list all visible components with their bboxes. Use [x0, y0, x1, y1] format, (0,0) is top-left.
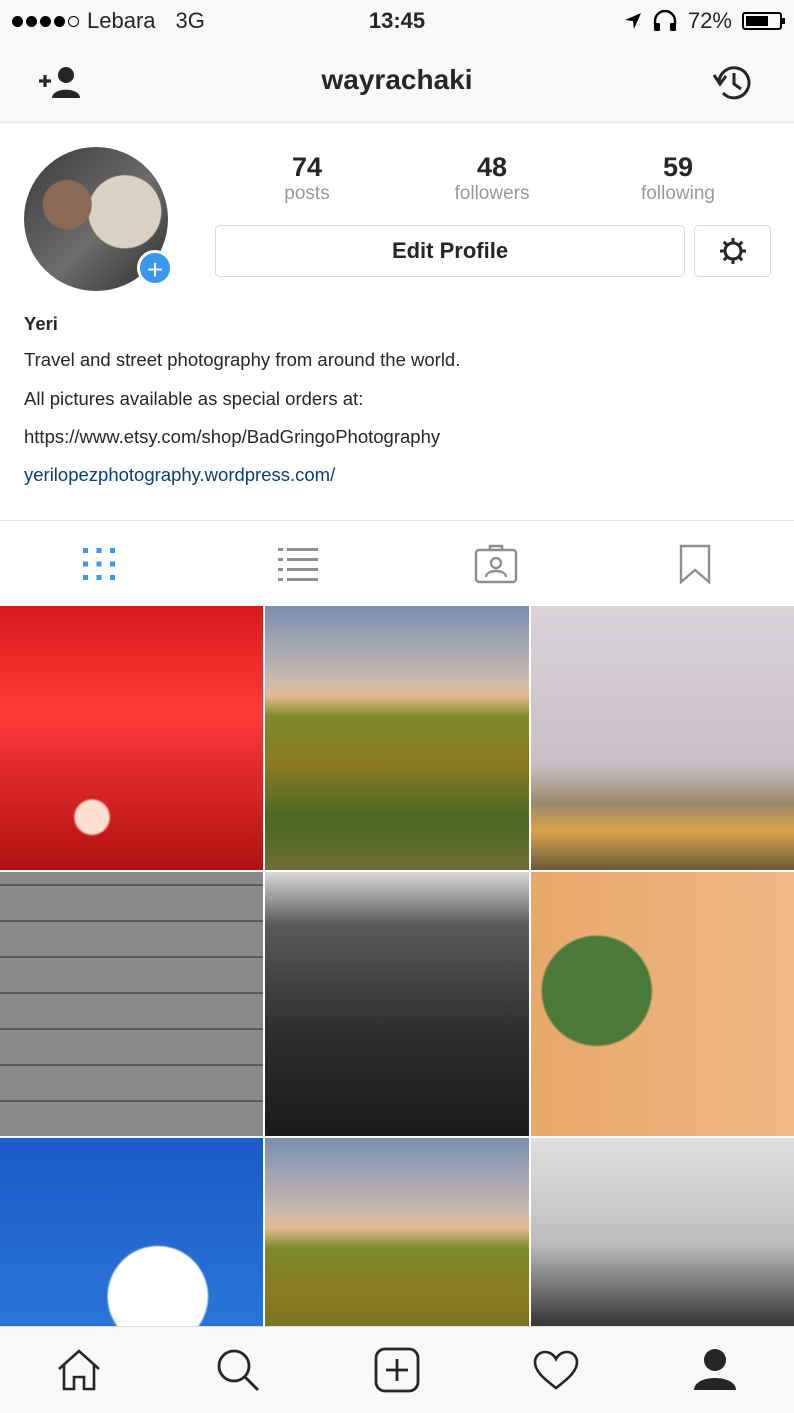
location-arrow-icon: [624, 12, 642, 30]
nav-home[interactable]: [0, 1327, 159, 1413]
following-value: 59: [608, 152, 748, 183]
settings-button[interactable]: [694, 225, 771, 277]
post-thumbnail[interactable]: [531, 606, 794, 870]
bio-line: https://www.etsy.com/shop/BadGringoPhoto…: [24, 426, 440, 448]
post-thumbnail[interactable]: [0, 1138, 263, 1326]
profile-tabs: [0, 520, 794, 608]
tab-grid[interactable]: [0, 521, 199, 607]
post-grid: [0, 606, 794, 1326]
website-link[interactable]: yerilopezphotography.wordpress.com/: [24, 464, 335, 486]
headphones-icon: [652, 10, 678, 32]
battery-icon: [742, 12, 782, 30]
status-icons: 72%: [624, 8, 782, 34]
posts-value: 74: [237, 152, 377, 183]
heart-icon: [533, 1350, 579, 1390]
gear-icon: [718, 236, 748, 266]
bottom-nav: [0, 1326, 794, 1413]
status-bar: Lebara 3G 13:45 72%: [0, 0, 794, 42]
post-thumbnail[interactable]: [531, 1138, 794, 1326]
profile-icon: [693, 1348, 737, 1392]
post-thumbnail[interactable]: [265, 872, 529, 1136]
tab-list[interactable]: [199, 521, 398, 607]
nav-activity[interactable]: [476, 1327, 635, 1413]
list-icon: [278, 547, 318, 581]
post-thumbnail[interactable]: [265, 606, 529, 870]
search-icon: [216, 1348, 260, 1392]
username-title: wayrachaki: [0, 64, 794, 96]
followers-value: 48: [422, 152, 562, 183]
history-icon: [711, 61, 755, 105]
nav-profile[interactable]: [635, 1327, 794, 1413]
following-label: following: [608, 183, 748, 205]
grid-icon: [82, 547, 116, 581]
nav-new-post[interactable]: [318, 1327, 477, 1413]
followers-count[interactable]: 48 followers: [422, 152, 562, 205]
battery-percent: 72%: [688, 8, 732, 34]
tab-saved[interactable]: [596, 521, 794, 607]
followers-label: followers: [422, 183, 562, 205]
edit-profile-button[interactable]: Edit Profile: [215, 225, 685, 277]
bio-line: All pictures available as special orders…: [24, 388, 363, 410]
add-story-icon[interactable]: +: [137, 250, 173, 286]
posts-label: posts: [237, 183, 377, 205]
add-post-icon: [374, 1347, 420, 1393]
profile-header: wayrachaki: [0, 42, 794, 123]
archive-button[interactable]: [706, 56, 760, 110]
home-icon: [56, 1349, 102, 1391]
post-thumbnail[interactable]: [0, 606, 263, 870]
posts-count[interactable]: 74 posts: [237, 152, 377, 205]
profile-name: Yeri: [24, 313, 58, 335]
nav-search[interactable]: [159, 1327, 318, 1413]
following-count[interactable]: 59 following: [608, 152, 748, 205]
post-thumbnail[interactable]: [531, 872, 794, 1136]
tab-tagged[interactable]: [397, 521, 596, 607]
tagged-icon: [474, 544, 518, 584]
bookmark-icon: [679, 544, 711, 584]
bio-line: Travel and street photography from aroun…: [24, 349, 460, 371]
post-thumbnail[interactable]: [0, 872, 263, 1136]
post-thumbnail[interactable]: [265, 1138, 529, 1326]
